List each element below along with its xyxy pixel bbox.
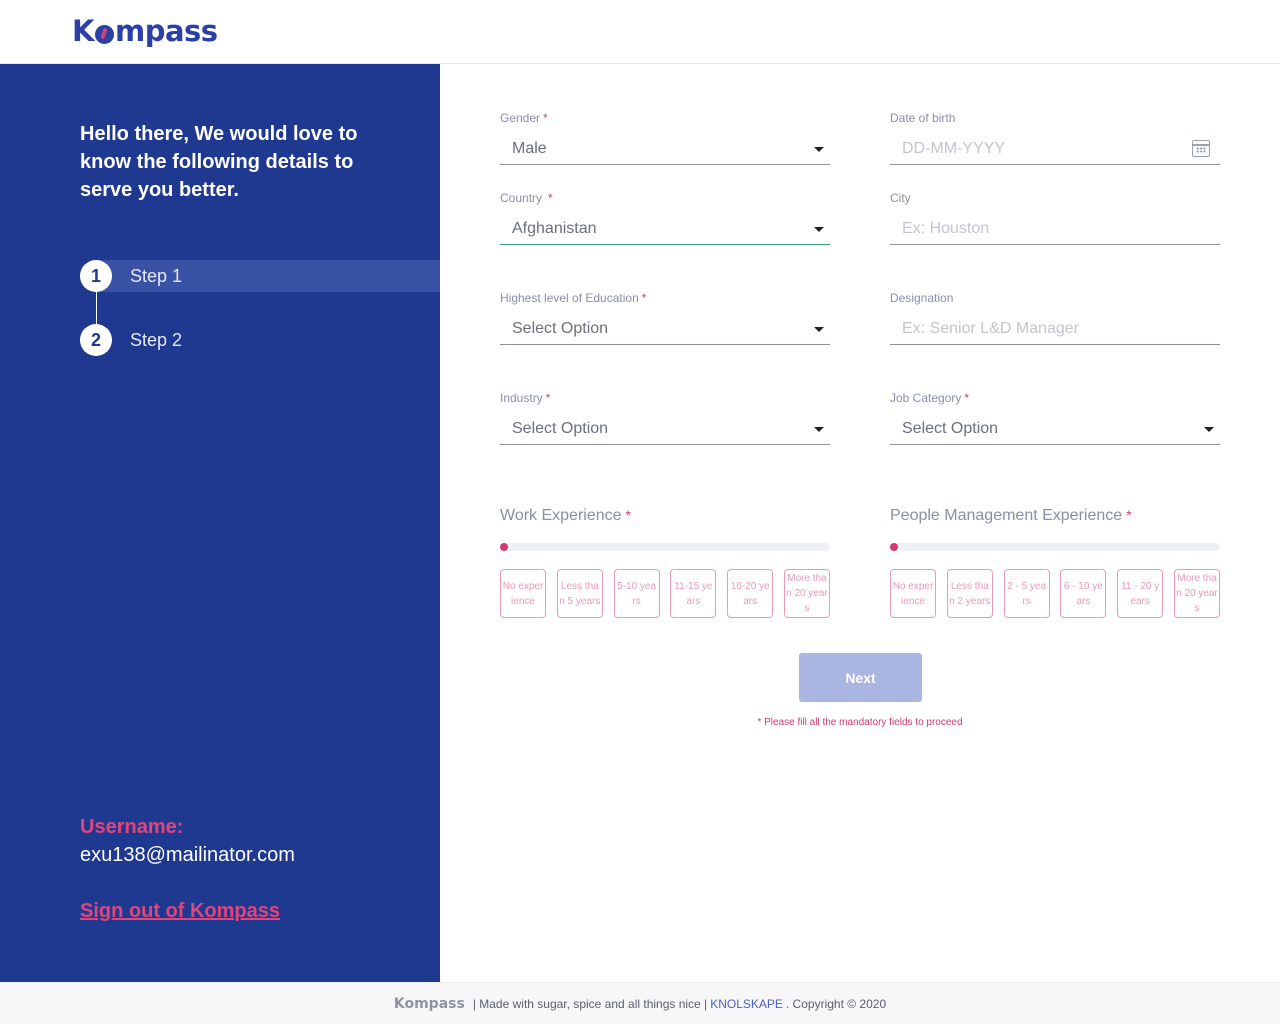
industry-value: Select Option <box>512 419 609 437</box>
designation-field: Designation Ex: Senior L&D Manager <box>890 291 1220 345</box>
dob-label: Date of birth <box>890 111 956 125</box>
required-mark: * <box>625 507 631 523</box>
caret-down-icon <box>814 227 824 232</box>
kompass-logo[interactable]: Kmpass <box>72 12 218 50</box>
required-mark: * <box>641 291 647 305</box>
designation-placeholder: Ex: Senior L&D Manager <box>902 319 1079 337</box>
people-experience-options: No experience Less than 2 years 2 - 5 ye… <box>890 569 1220 618</box>
step-2-label: Step 2 <box>130 329 183 350</box>
work-experience-slider[interactable] <box>500 543 830 551</box>
required-mark: * <box>548 191 553 205</box>
step-1[interactable]: 1 Step 1 <box>80 260 182 292</box>
work-exp-option[interactable]: 5-10 years <box>613 569 660 618</box>
caret-down-icon <box>814 327 824 332</box>
country-label: Country <box>500 191 543 205</box>
footer: Kompass | Made with sugar, spice and all… <box>0 982 1280 1024</box>
dob-field: Date of birth DD-MM-YYYY <box>890 111 1220 165</box>
calendar-icon[interactable] <box>1192 140 1210 157</box>
industry-field: Industry * Select Option <box>500 391 830 445</box>
people-exp-option[interactable]: No experience <box>890 569 936 618</box>
people-experience-handle[interactable] <box>890 543 898 551</box>
work-experience-handle[interactable] <box>500 543 508 551</box>
footer-copyright: . Copyright © 2020 <box>785 996 887 1011</box>
people-experience-slider[interactable] <box>890 543 1220 551</box>
job-category-label: Job Category <box>890 391 962 405</box>
work-experience-title: Work Experience * <box>500 507 631 525</box>
people-exp-option[interactable]: 11 - 20 years <box>1117 569 1164 618</box>
city-label: City <box>890 191 911 205</box>
work-exp-option[interactable]: 16-20 years <box>727 569 774 618</box>
step-2-number: 2 <box>80 324 112 356</box>
job-category-field: Job Category * Select Option <box>890 391 1220 445</box>
compass-icon <box>94 24 114 44</box>
next-button[interactable]: Next <box>799 653 922 702</box>
work-exp-option[interactable]: Less than 5 years <box>556 569 603 618</box>
work-exp-option[interactable]: 11-15 years <box>670 569 717 618</box>
dob-input[interactable]: DD-MM-YYYY <box>890 133 1220 165</box>
people-exp-option[interactable]: 6 - 10 years <box>1060 569 1107 618</box>
step-2[interactable]: 2 Step 2 <box>80 324 182 356</box>
education-label: Highest level of Education <box>500 291 639 305</box>
gender-select[interactable]: Male <box>500 133 830 165</box>
sign-out-link[interactable]: Sign out of Kompass <box>80 900 280 923</box>
logo-text-end: mpass <box>114 14 218 48</box>
mandatory-note: * Please fill all the mandatory fields t… <box>757 717 963 728</box>
caret-down-icon <box>1204 427 1214 432</box>
intro-text: Hello there, We would love to know the f… <box>80 123 358 201</box>
dob-placeholder: DD-MM-YYYY <box>902 139 1006 157</box>
education-select[interactable]: Select Option <box>500 313 830 345</box>
step-connector <box>96 292 97 324</box>
city-field: City Ex: Houston <box>890 191 1220 245</box>
step-1-number: 1 <box>80 260 112 292</box>
work-exp-option[interactable]: More than 20 years <box>783 569 830 618</box>
people-exp-option[interactable]: Less than 2 years <box>946 569 993 618</box>
education-field: Highest level of Education * Select Optio… <box>500 291 830 345</box>
city-placeholder: Ex: Houston <box>902 219 990 237</box>
people-exp-option[interactable]: 2 - 5 years <box>1003 569 1050 618</box>
industry-label: Industry <box>500 391 543 405</box>
job-category-select[interactable]: Select Option <box>890 413 1220 445</box>
gender-label: Gender <box>500 111 541 125</box>
work-experience-options: No experience Less than 5 years 5-10 yea… <box>500 569 830 618</box>
job-category-value: Select Option <box>902 419 999 437</box>
people-experience-title: People Management Experience * <box>890 507 1132 525</box>
designation-label: Designation <box>890 291 954 305</box>
caret-down-icon <box>814 147 824 152</box>
footer-logo: Kompass <box>393 995 465 1012</box>
required-mark: * <box>545 391 551 405</box>
education-value: Select Option <box>512 319 609 337</box>
designation-input[interactable]: Ex: Senior L&D Manager <box>890 313 1220 345</box>
step-1-label: Step 1 <box>130 265 183 286</box>
gender-field: Gender * Male <box>500 111 830 165</box>
gender-value: Male <box>512 139 547 157</box>
top-header: Kmpass <box>0 0 1280 64</box>
country-value: Afghanistan <box>512 219 597 237</box>
knolskape-link[interactable]: KNOLSKAPE <box>710 997 783 1011</box>
caret-down-icon <box>814 427 824 432</box>
sidebar: Hello there, We would love to know the f… <box>0 64 440 982</box>
industry-select[interactable]: Select Option <box>500 413 830 445</box>
work-exp-option[interactable]: No experience <box>500 569 546 618</box>
username-value: exu138@mailinator.com <box>80 844 295 866</box>
footer-tagline: | Made with sugar, spice and all things … <box>472 996 708 1011</box>
required-mark: * <box>543 111 548 125</box>
required-mark: * <box>1126 507 1132 523</box>
required-mark: * <box>964 391 970 405</box>
username-label: Username: <box>80 816 184 838</box>
people-exp-option[interactable]: More than 20 years <box>1173 569 1220 618</box>
country-field: Country * Afghanistan <box>500 191 830 245</box>
work-experience-label: Work Experience <box>500 507 622 524</box>
country-select[interactable]: Afghanistan <box>500 213 830 245</box>
city-input[interactable]: Ex: Houston <box>890 213 1220 245</box>
people-experience-label: People Management Experience <box>890 507 1123 524</box>
logo-text-start: K <box>72 14 94 48</box>
